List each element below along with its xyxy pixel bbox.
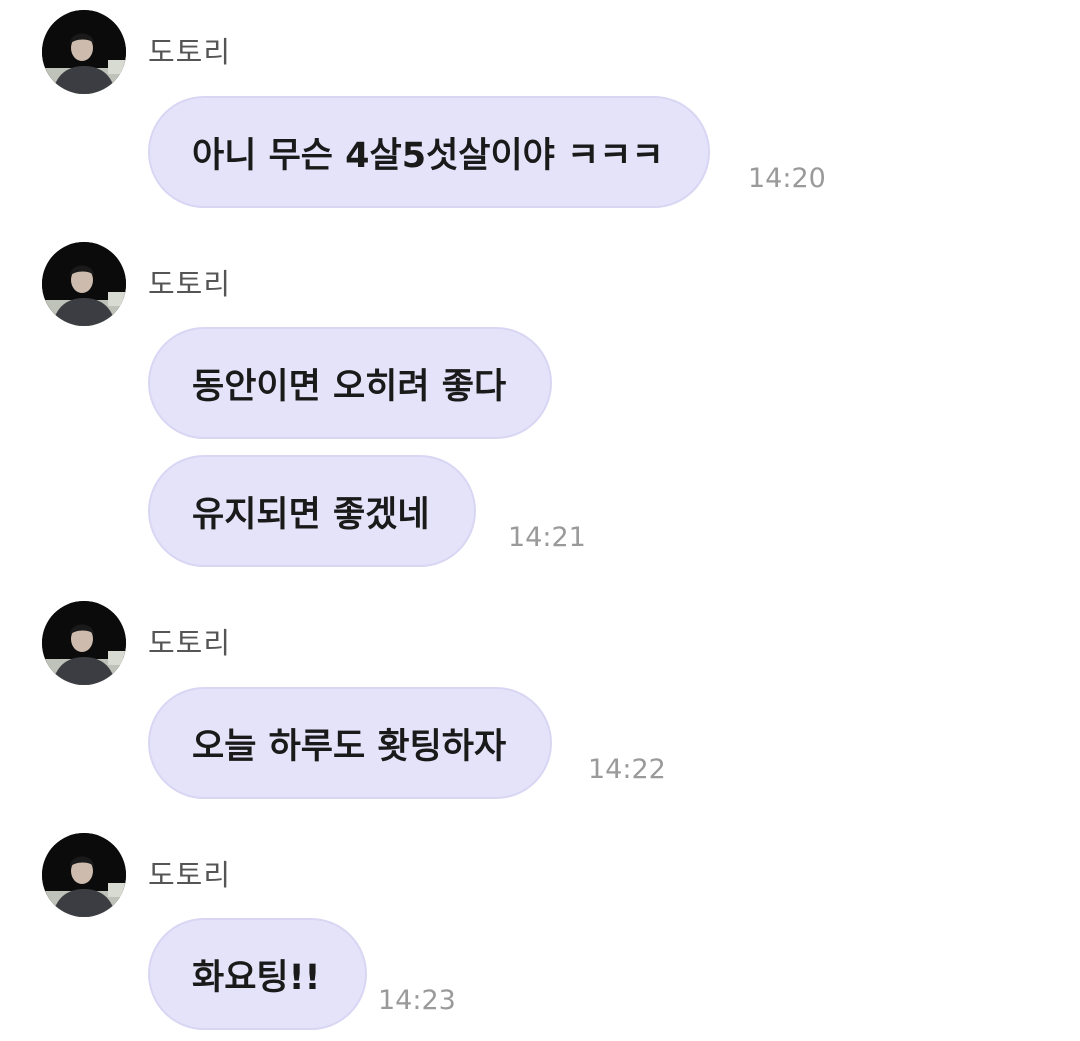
profile-photo-icon	[42, 242, 126, 326]
avatar[interactable]	[42, 601, 126, 685]
message-bubble[interactable]: 동안이면 오히려 좋다	[148, 327, 553, 439]
message-bubble[interactable]: 화요팅!!	[148, 918, 367, 1030]
message-time: 14:22	[588, 754, 666, 785]
sender-name: 도토리	[148, 858, 232, 892]
avatar[interactable]	[42, 242, 126, 326]
sender-name: 도토리	[148, 267, 232, 301]
message-bubble[interactable]: 유지되면 좋겠네	[148, 455, 476, 567]
message-time: 14:20	[748, 163, 826, 194]
profile-photo-icon	[42, 601, 126, 685]
message-time: 14:23	[378, 985, 456, 1016]
sender-name: 도토리	[148, 626, 232, 660]
message-bubble[interactable]: 오늘 하루도 홧팅하자	[148, 687, 553, 799]
sender-name: 도토리	[148, 35, 232, 69]
message-bubble[interactable]: 아니 무슨 4살5섯살이야 ㅋㅋㅋ	[148, 96, 710, 208]
message-time: 14:21	[508, 522, 586, 553]
avatar[interactable]	[42, 10, 126, 94]
avatar[interactable]	[42, 833, 126, 917]
profile-photo-icon	[42, 833, 126, 917]
profile-photo-icon	[42, 10, 126, 94]
